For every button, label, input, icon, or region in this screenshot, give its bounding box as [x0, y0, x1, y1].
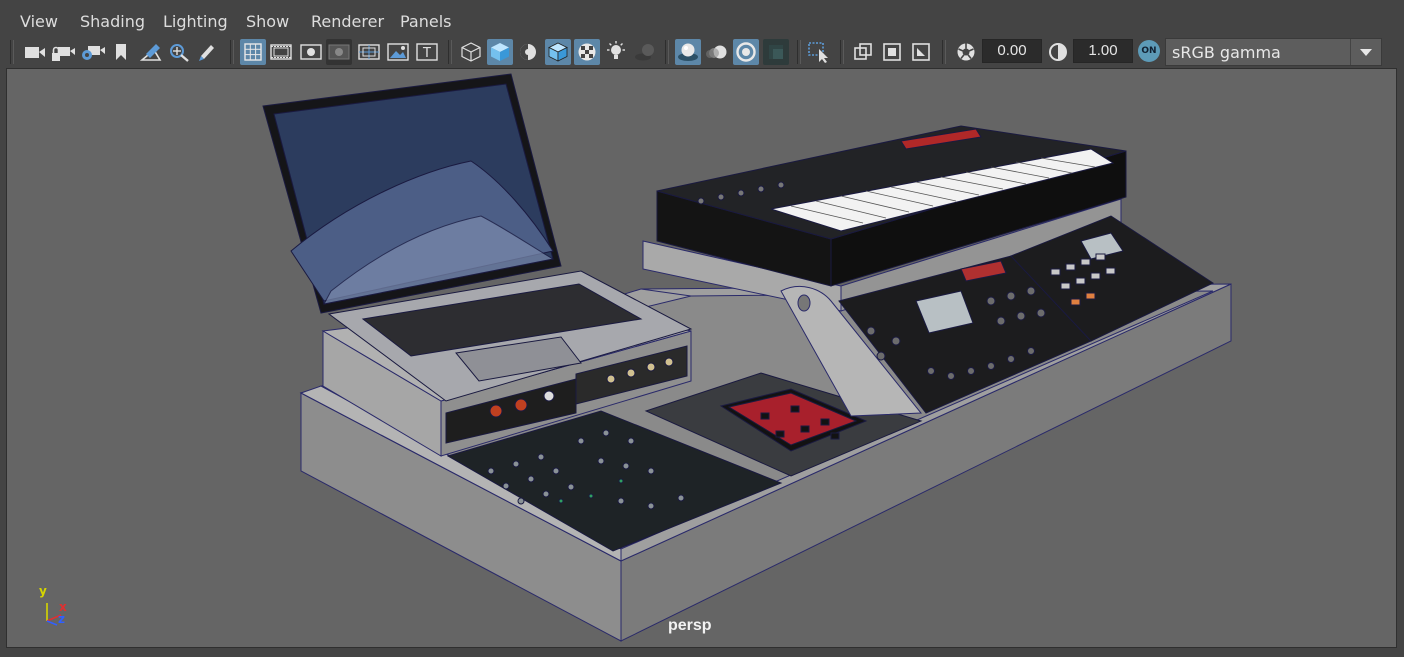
- depth-of-field-icon[interactable]: [763, 39, 789, 65]
- smooth-shade-icon[interactable]: [487, 39, 513, 65]
- view-transform-dropdown[interactable]: sRGB gamma: [1165, 38, 1382, 66]
- scene-render: [262, 73, 1232, 642]
- film-gate-icon[interactable]: [268, 39, 294, 65]
- gamma-field[interactable]: 1.00: [1073, 39, 1133, 63]
- menu-renderer[interactable]: Renderer: [311, 12, 384, 31]
- gate-mask-icon[interactable]: [326, 39, 352, 65]
- exposure-field[interactable]: 0.00: [982, 39, 1042, 63]
- shadows-icon[interactable]: [632, 39, 658, 65]
- safe-action-icon[interactable]: [385, 39, 411, 65]
- 2d-pan-zoom-icon[interactable]: [166, 39, 192, 65]
- chevron-down-icon[interactable]: [1350, 39, 1381, 65]
- grid-icon[interactable]: [240, 39, 266, 65]
- 3d-viewport[interactable]: y x z: [6, 68, 1397, 648]
- wireframe-icon[interactable]: [458, 39, 484, 65]
- view-transform-value: sRGB gamma: [1172, 43, 1281, 62]
- isolate-select-icon[interactable]: [806, 39, 832, 65]
- toolbar-separator: [797, 40, 801, 64]
- resolution-gate-icon[interactable]: [298, 39, 324, 65]
- toolbar-separator: [665, 40, 669, 64]
- select-camera-icon[interactable]: [22, 39, 48, 65]
- menu-view[interactable]: View: [20, 12, 58, 31]
- lock-camera-icon[interactable]: [50, 39, 76, 65]
- xray-icon[interactable]: [850, 39, 876, 65]
- svg-text:T: T: [422, 46, 431, 61]
- default-material-icon[interactable]: [515, 39, 541, 65]
- xray-joints-icon[interactable]: [879, 39, 905, 65]
- motion-blur-icon[interactable]: [704, 39, 730, 65]
- color-management-badge-label: ON: [1141, 46, 1157, 56]
- axis-y-label: y: [39, 584, 47, 598]
- toolbar-separator: [840, 40, 844, 64]
- menu-panels[interactable]: Panels: [400, 12, 452, 31]
- use-all-lights-icon[interactable]: [603, 39, 629, 65]
- toolbar-separator: [448, 40, 452, 64]
- viewport-menu-bar: View Shading Lighting Show Renderer Pane…: [0, 0, 1404, 40]
- panel-toolbar: T 0.00 1.00 ON sRGB gamma: [0, 36, 1404, 68]
- exposure-icon[interactable]: [953, 39, 979, 65]
- menu-lighting[interactable]: Lighting: [163, 12, 228, 31]
- wireframe-on-shaded-icon[interactable]: [545, 39, 571, 65]
- grease-pencil-icon[interactable]: [194, 39, 220, 65]
- safe-title-icon[interactable]: T: [414, 39, 440, 65]
- axis-z-label: z: [58, 612, 65, 626]
- toolbar-separator: [942, 40, 946, 64]
- xray-active-icon[interactable]: [908, 39, 934, 65]
- toolbar-separator: [10, 40, 14, 64]
- camera-attributes-icon[interactable]: [80, 39, 106, 65]
- image-plane-icon[interactable]: [138, 39, 164, 65]
- color-management-toggle[interactable]: ON: [1138, 40, 1160, 62]
- textured-icon[interactable]: [574, 39, 600, 65]
- anti-aliasing-icon[interactable]: [733, 39, 759, 65]
- toolbar-separator: [230, 40, 234, 64]
- camera-name-label: persp: [668, 617, 712, 634]
- menu-shading[interactable]: Shading: [80, 12, 145, 31]
- bookmark-icon[interactable]: [108, 39, 134, 65]
- gamma-icon[interactable]: [1045, 39, 1071, 65]
- screen-space-ao-icon[interactable]: [675, 39, 701, 65]
- menu-show[interactable]: Show: [246, 12, 289, 31]
- field-chart-icon[interactable]: [356, 39, 382, 65]
